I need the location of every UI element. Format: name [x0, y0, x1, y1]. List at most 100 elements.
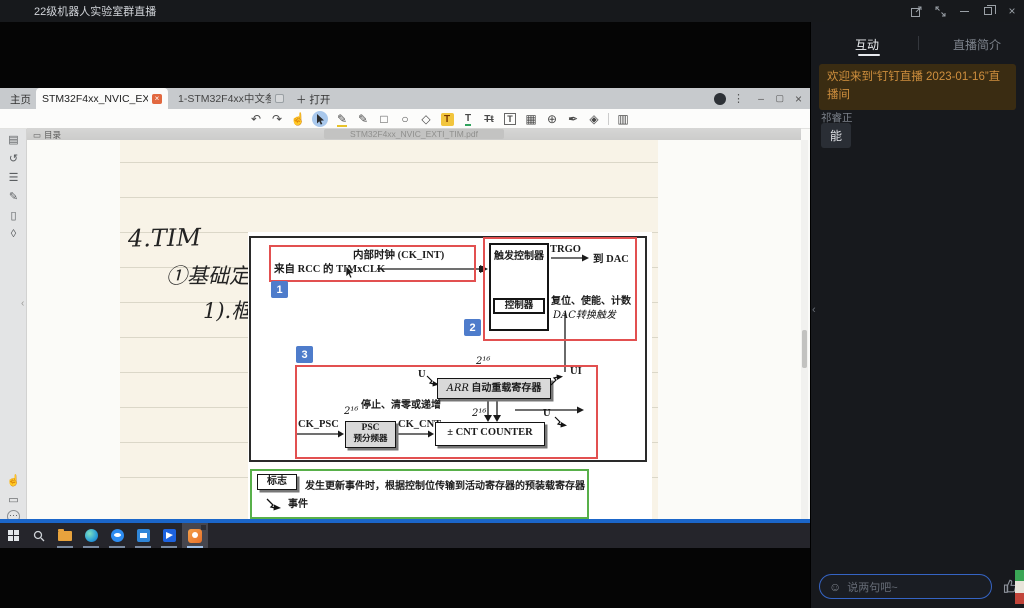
document-header: ▭ 目录 STM32F4xx_NVIC_EXTI_TIM.pdf	[27, 128, 801, 140]
edge-browser-icon	[85, 529, 98, 542]
vertical-scrollbar[interactable]	[801, 140, 808, 519]
underline-t-glyph: T	[465, 113, 471, 126]
document-viewport	[27, 140, 801, 519]
text-underline-tool-icon[interactable]: T	[461, 111, 475, 127]
close-button[interactable]: ×	[795, 88, 802, 109]
live-interaction-panel: 互动 直播简介 欢迎来到“钉钉直播 2023-01-16”直播间 祁睿正 能 ‹…	[810, 22, 1024, 608]
tab-close-icon[interactable]: ×	[152, 94, 162, 104]
screen-letterbox-top	[0, 22, 810, 88]
hand-pan-icon[interactable]: ☝	[0, 474, 27, 487]
signature-tool-icon[interactable]: ✒	[566, 111, 580, 127]
pencil-tool-icon[interactable]: ✎	[335, 111, 349, 127]
page-icon[interactable]: ▯	[0, 209, 27, 222]
polygon-tool-icon[interactable]: ◇	[419, 111, 433, 127]
ellipse-tool-icon[interactable]: ○	[398, 111, 412, 127]
windows-logo-icon	[8, 530, 19, 541]
chat-message: 能	[821, 123, 851, 148]
panels-icon[interactable]: ▤	[0, 133, 27, 146]
notebook-page	[120, 140, 658, 519]
account-avatar[interactable]	[714, 88, 726, 109]
avatar-icon	[714, 93, 726, 105]
document-filename: STM32F4xx_NVIC_EXTI_TIM.pdf	[324, 129, 504, 139]
kebab-menu-icon: ⋮	[733, 92, 744, 105]
tab-stm32-chinese-ref[interactable]: 1-STM32F4xx中文参考...	[172, 88, 290, 109]
welcome-banner: 欢迎来到“钉钉直播 2023-01-16”直播间	[819, 64, 1016, 110]
panel-tabs: 互动 直播简介	[811, 30, 1024, 60]
history-icon[interactable]: ↺	[0, 152, 27, 165]
toolbar-divider	[608, 113, 609, 125]
live-app-badge	[201, 525, 206, 530]
maximize-button[interactable]: ▢	[775, 88, 784, 109]
sticker-panel-edge	[1015, 570, 1024, 604]
highlight-t-glyph: T	[441, 113, 454, 126]
highlighter-tool-icon[interactable]: ✎	[356, 111, 370, 127]
outline-list-icon[interactable]: ☰	[0, 171, 27, 184]
insert-image-tool-icon[interactable]: ▦	[524, 111, 538, 127]
cursor-arrow-icon	[316, 114, 325, 125]
dingtalk-icon	[111, 529, 124, 542]
sidebar-collapse-icon[interactable]: ‹	[21, 298, 24, 309]
eraser-tool-icon[interactable]: ◈	[587, 111, 601, 127]
tab-label: STM32F4xx_NVIC_EXT...	[42, 93, 148, 105]
tab-close-icon[interactable]	[275, 94, 284, 103]
windows-taskbar	[0, 523, 810, 548]
search-icon	[33, 530, 45, 542]
pdf-app-window: 主页 STM32F4xx_NVIC_EXT... × 1-STM32F4xx中文…	[0, 88, 810, 519]
text-box-tool-icon[interactable]: T	[503, 111, 517, 127]
annotate-pen-icon[interactable]: ✎	[0, 190, 27, 203]
text-highlight-tool-icon[interactable]: T	[440, 111, 454, 127]
screenshot-icon[interactable]: ▭	[0, 493, 27, 506]
web-link-tool-icon[interactable]: ⊕	[545, 111, 559, 127]
scrollbar-thumb[interactable]	[802, 330, 807, 368]
tab-stm32-nvic[interactable]: STM32F4xx_NVIC_EXT... ×	[36, 88, 168, 109]
minimize-icon: –	[758, 93, 764, 105]
left-sidebar-toolbar: ▤ ↺ ☰ ✎ ▯ ◊ ☝ ▭ ⋯	[0, 129, 27, 519]
screen-letterbox-bottom	[0, 548, 810, 608]
tab-label: 1-STM32F4xx中文参考...	[178, 91, 271, 106]
chat-input-placeholder: 说两句吧~	[847, 579, 897, 595]
minimize-window-icon[interactable]	[958, 5, 970, 17]
emoji-icon[interactable]: ☺	[829, 580, 841, 594]
taskbar-quark[interactable]	[156, 523, 182, 548]
tab-interaction[interactable]: 互动	[855, 36, 879, 53]
redo-icon[interactable]: ↷	[270, 111, 284, 127]
text-strikethrough-tool-icon[interactable]: Tt	[482, 111, 496, 127]
menu-button[interactable]: ⋮	[733, 88, 744, 109]
boxed-t-glyph: T	[504, 113, 516, 125]
minimize-button[interactable]: –	[758, 88, 764, 109]
folder-icon	[58, 531, 72, 541]
panel-collapse-icon[interactable]: ‹	[812, 304, 816, 316]
kite-app-icon	[163, 529, 176, 542]
strike-t-glyph: Tt	[484, 114, 493, 125]
tag-icon[interactable]: ◊	[0, 228, 27, 240]
tab-home[interactable]: 主页	[10, 92, 31, 107]
open-file-button[interactable]: ＋ 打开	[296, 92, 330, 107]
tab-live-intro[interactable]: 直播简介	[953, 36, 1001, 53]
taskbar-capture-app[interactable]	[130, 523, 156, 548]
tab-divider	[918, 36, 919, 50]
media-app-icon	[137, 529, 150, 542]
app-title-bar: 22级机器人实验室群直播 ×	[0, 0, 1024, 22]
pdf-tab-bar: 主页 STM32F4xx_NVIC_EXT... × 1-STM32F4xx中文…	[0, 88, 810, 109]
hand-tool-icon[interactable]: ☝	[291, 111, 305, 127]
taskbar-search-button[interactable]	[26, 523, 52, 548]
taskbar-file-explorer[interactable]	[52, 523, 78, 548]
annotation-toolbar: ↶ ↷ ☝ ✎ ✎ □ ○ ◇ T T Tt T ▦ ⊕ ✒ ◈ ▥	[0, 109, 810, 129]
active-tab-underline	[858, 54, 880, 56]
popout-icon[interactable]	[910, 5, 922, 17]
notes-panel-icon[interactable]: ▥	[616, 111, 630, 127]
select-tool-icon[interactable]	[312, 111, 328, 127]
chat-input[interactable]: ☺ 说两句吧~	[819, 574, 992, 599]
restore-window-icon[interactable]	[982, 5, 994, 17]
taskbar-live-app-active[interactable]	[182, 523, 208, 548]
live-app-icon	[188, 529, 202, 543]
start-button[interactable]	[0, 523, 26, 548]
screenshot-stage: 主页 STM32F4xx_NVIC_EXT... × 1-STM32F4xx中文…	[0, 0, 1024, 608]
undo-icon[interactable]: ↶	[249, 111, 263, 127]
fullscreen-icon[interactable]	[934, 5, 946, 17]
rectangle-tool-icon[interactable]: □	[377, 111, 391, 127]
taskbar-edge[interactable]	[78, 523, 104, 548]
close-window-icon[interactable]: ×	[1006, 5, 1018, 17]
taskbar-dingtalk[interactable]	[104, 523, 130, 548]
outline-icon: ▭	[33, 130, 41, 141]
